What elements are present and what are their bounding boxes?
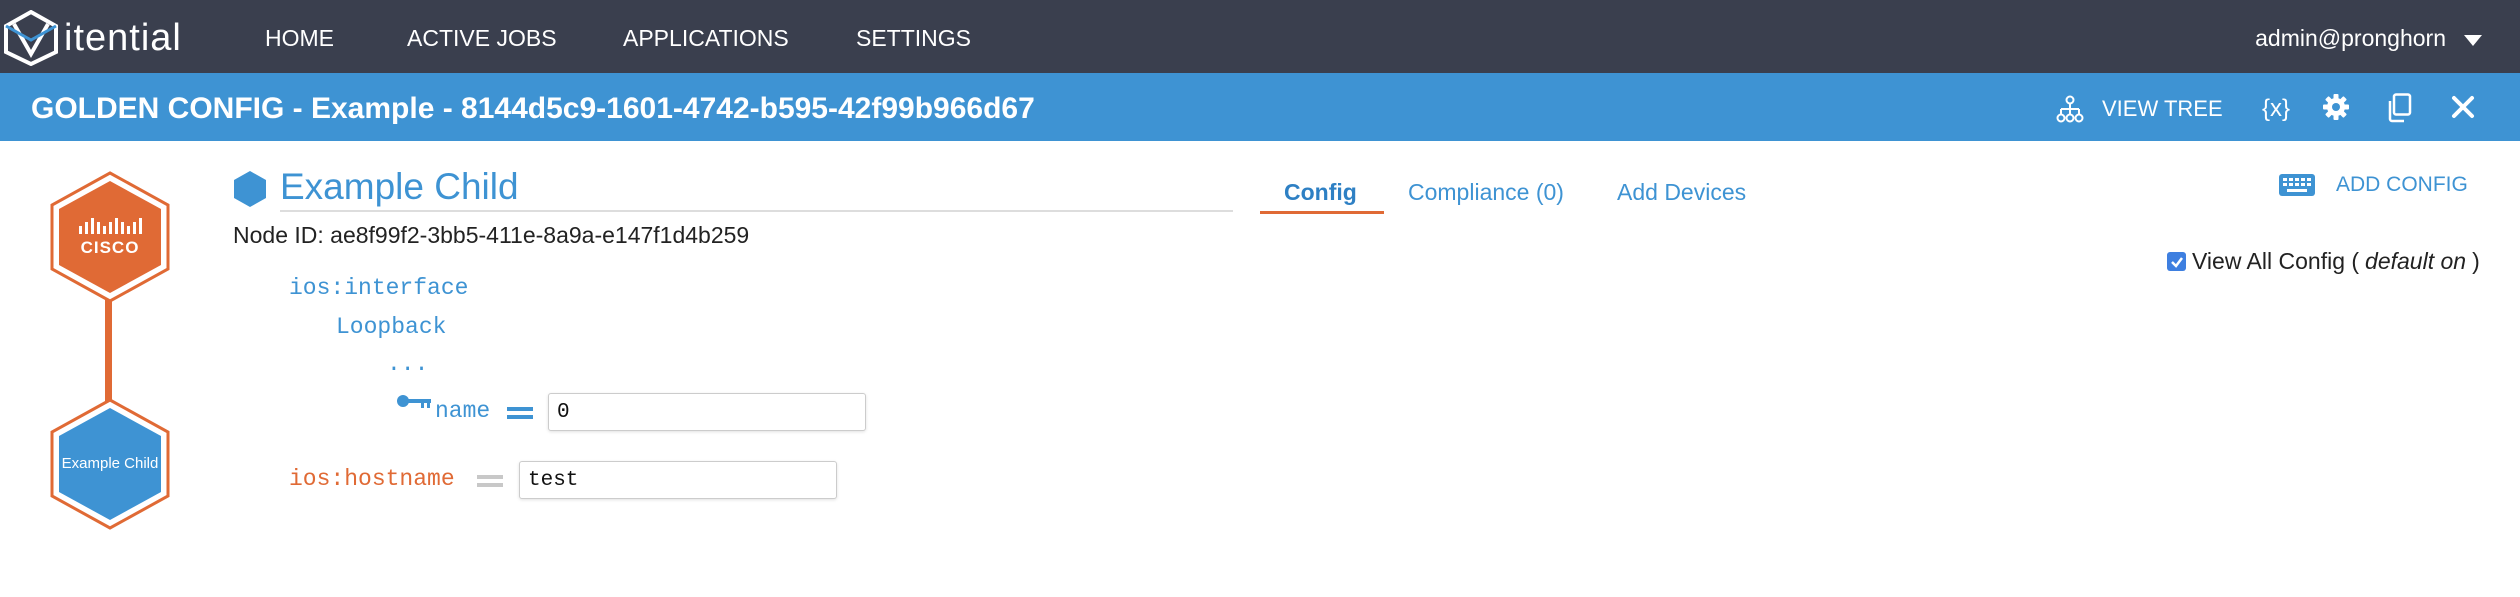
caret-down-icon [2464,35,2482,46]
variables-label: {x} [2262,95,2291,122]
config-key-interface: ios:interface [289,275,469,301]
view-all-config: View All Config ( default on ) [2167,248,2480,275]
nav-active-jobs[interactable]: ACTIVE JOBS [407,25,557,52]
cisco-node-hexagon [50,171,170,303]
config-key-loopback: Loopback [336,314,447,340]
equals-icon [507,407,533,419]
settings-button[interactable] [2322,93,2350,121]
nav-home[interactable]: HOME [265,25,334,52]
top-nav: itential HOME ACTIVE JOBS APPLICATIONS S… [0,0,2520,73]
variables-button[interactable]: {x} [2262,95,2290,123]
config-ellipsis[interactable]: ... [387,351,428,377]
config-key-hostname: ios:hostname [289,466,455,492]
keyboard-icon [2279,174,2315,196]
copy-icon [2388,93,2412,123]
title-bar: GOLDEN CONFIG - Example - 8144d5c9-1601-… [0,73,2520,141]
page-title: GOLDEN CONFIG - Example - 8144d5c9-1601-… [31,92,1035,125]
title-divider [280,210,1233,212]
tab-compliance[interactable]: Compliance (0) [1408,179,1564,206]
add-config-label: ADD CONFIG [2336,173,2468,196]
cube-icon [234,171,266,207]
view-tree-label: VIEW TREE [2102,96,2223,121]
hostname-value-input[interactable] [519,461,837,499]
child-node-label: Example Child [61,455,159,472]
nav-applications[interactable]: APPLICATIONS [623,25,789,52]
equals-icon [477,475,503,487]
itential-logo-icon [4,10,58,66]
user-name: admin@pronghorn [2255,25,2446,51]
cisco-logo-text: CISCO [80,238,140,257]
view-tree-button[interactable]: VIEW TREE [2056,95,2223,123]
tree-node-child[interactable]: Example Child [48,397,172,536]
nav-settings[interactable]: SETTINGS [856,25,971,52]
key-icon [397,395,431,408]
view-all-label: View All Config ( [2192,248,2360,274]
tab-add-devices[interactable]: Add Devices [1617,179,1746,206]
view-all-note: default on [2365,248,2467,274]
tab-config[interactable]: Config [1284,179,1357,206]
config-key-name: name [435,398,491,424]
name-value-input[interactable] [548,393,866,431]
tree-node-root[interactable]: CISCO [48,170,172,309]
node-title: Example Child [280,166,519,207]
checkbox-icon[interactable] [2167,252,2186,271]
brand-logo[interactable]: itential [4,10,182,66]
view-all-close: ) [2472,248,2480,274]
active-tab-indicator [1260,211,1384,214]
node-id: Node ID: ae8f99f2-3bb5-411e-8a9a-e147f1d… [233,222,750,248]
user-menu[interactable]: admin@pronghorn [2255,25,2482,52]
close-button[interactable] [2451,95,2475,119]
brand-name: itential [64,16,182,59]
close-icon [2452,96,2474,118]
add-config-button[interactable]: ADD CONFIG [2278,173,2468,197]
gear-icon [2323,94,2349,120]
copy-button[interactable] [2386,93,2412,123]
tree-icon [2056,95,2084,123]
